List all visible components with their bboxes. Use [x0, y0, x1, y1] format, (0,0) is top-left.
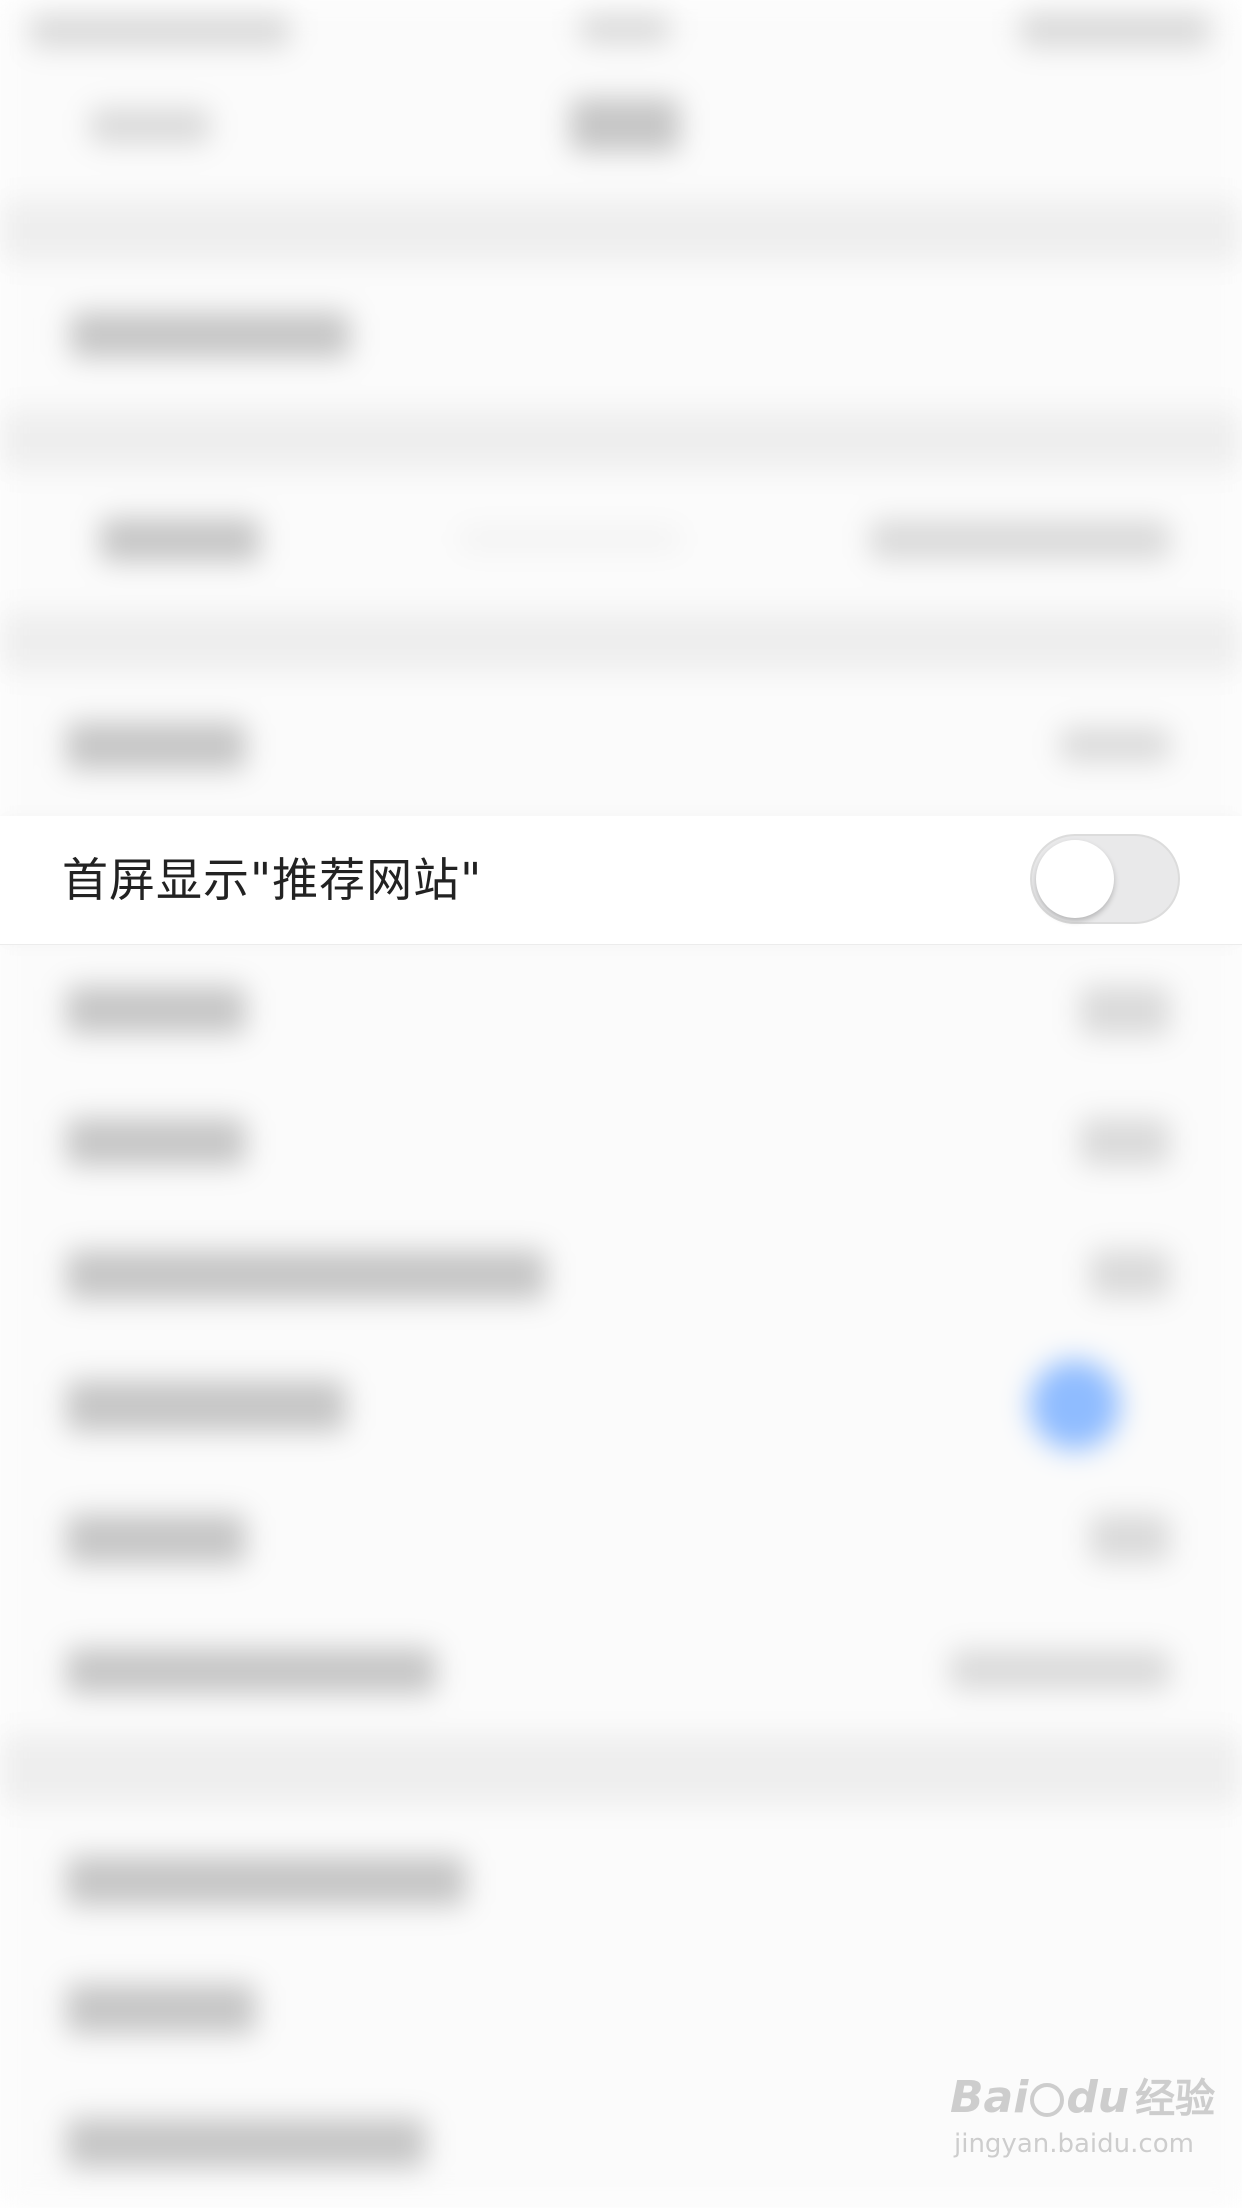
toggle-knob[interactable]: [1036, 840, 1114, 918]
section-separator: [0, 1735, 1242, 1805]
section-separator: [0, 612, 1242, 672]
row-label[interactable]: [66, 1648, 436, 1694]
recommended-sites-toggle[interactable]: [1030, 834, 1180, 924]
status-bar-left: [30, 14, 290, 48]
watermark-brand-suffix: du: [1066, 2072, 1130, 2123]
row-label[interactable]: [66, 1514, 246, 1564]
nav-title: [570, 98, 680, 152]
baidu-jingyan-watermark: Bai du 经验 jingyan.baidu.com: [950, 2070, 1215, 2180]
status-bar-right: [1020, 12, 1210, 48]
back-button[interactable]: [90, 108, 210, 144]
row-label[interactable]: [66, 1118, 246, 1166]
status-bar-center: [580, 14, 670, 44]
row-value: [1060, 728, 1170, 762]
row-label[interactable]: [66, 722, 246, 770]
row-label[interactable]: [66, 1984, 256, 2034]
row-value: [1090, 1250, 1170, 1298]
paw-icon: [1030, 2083, 1065, 2117]
watermark-brand: Bai: [950, 2072, 1029, 2123]
toggle-on-indicator[interactable]: [1030, 1360, 1120, 1450]
row-label[interactable]: [66, 1856, 466, 1906]
row-value: [460, 528, 680, 550]
watermark-brand-cn: 经验: [1135, 2076, 1216, 2122]
recommended-sites-row[interactable]: 首屏显示"推荐网站": [0, 816, 1242, 945]
recommended-sites-label: 首屏显示"推荐网站": [62, 853, 483, 907]
row-value: [1090, 1514, 1170, 1562]
row-label[interactable]: [66, 986, 246, 1034]
row-label[interactable]: [66, 2118, 426, 2168]
section-separator: [0, 200, 1242, 262]
section-separator: [0, 410, 1242, 470]
row-label[interactable]: [66, 1250, 546, 1300]
row-label[interactable]: [66, 1380, 346, 1432]
watermark-url: jingyan.baidu.com: [954, 2129, 1194, 2159]
row-label[interactable]: [100, 518, 260, 562]
row-value: [1080, 1118, 1170, 1166]
blurred-background: [0, 0, 1242, 2208]
row-value: [1080, 986, 1170, 1036]
row-value: [950, 1650, 1170, 1690]
row-label[interactable]: [70, 312, 350, 358]
watermark-logo: Bai du 经验: [950, 2070, 1215, 2127]
row-value: [870, 520, 1170, 560]
